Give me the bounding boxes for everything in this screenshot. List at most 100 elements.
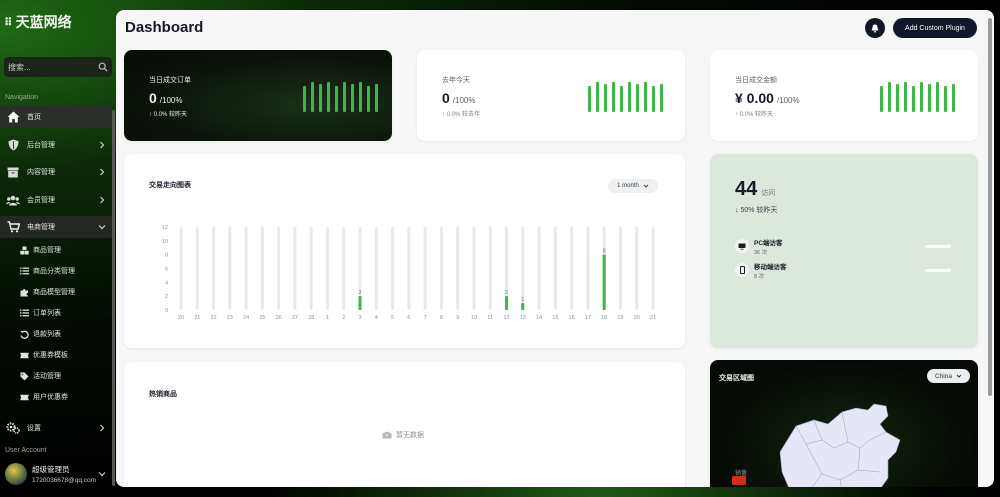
- y-tick-label: 10: [162, 239, 168, 245]
- stat-value-suffix: /100%: [776, 96, 800, 105]
- spark-bar: [620, 86, 623, 112]
- y-tick-label: 0: [165, 308, 168, 314]
- stat-value: 0/100%: [442, 90, 475, 106]
- ticket-icon: [20, 351, 29, 360]
- list-ordered-icon: [20, 309, 29, 318]
- chart-bar-track: [228, 227, 232, 310]
- sidebar-scrollbar[interactable]: [112, 110, 115, 486]
- spark-bar: [335, 86, 338, 112]
- sidebar-subitem-products[interactable]: 商品管理: [0, 240, 112, 260]
- x-tick-label: 23: [227, 315, 233, 321]
- spark-bar: [888, 82, 891, 112]
- sidebar-subitem-refunds[interactable]: 退款列表: [0, 324, 112, 344]
- sidebar-subitem-label: 退款列表: [33, 331, 61, 338]
- chart-bar-track: [325, 227, 329, 310]
- x-tick-label: 22: [210, 315, 216, 321]
- sidebar-item-ecommerce[interactable]: 电商管理: [0, 216, 112, 238]
- nav-section-label: Navigation: [5, 94, 39, 101]
- visits-row-count: 36 次: [754, 249, 768, 256]
- add-custom-plugin-button[interactable]: Add Custom Plugin: [893, 18, 977, 38]
- x-tick-label: 13: [520, 315, 526, 321]
- sparkline: [303, 80, 378, 112]
- chevron-right-icon: [100, 424, 105, 432]
- chart-bar-track: [374, 227, 378, 310]
- spark-bar: [912, 86, 915, 112]
- x-tick-label: 18: [601, 315, 607, 321]
- x-tick-label: 8: [440, 315, 443, 321]
- stat-value: 0/100%: [149, 90, 182, 106]
- visits-count-number: 44: [735, 178, 758, 200]
- spark-bar: [636, 84, 639, 112]
- x-tick-label: 20: [634, 315, 640, 321]
- stat-value-number: 0: [442, 90, 450, 106]
- region-map-card: 交易区域图 China 销量: [710, 360, 978, 487]
- visits-row-mobile: 移动端访客 8 次: [735, 260, 951, 280]
- cart-icon: [6, 220, 20, 234]
- sidebar-subitem-categories[interactable]: 商品分类管理: [0, 261, 112, 281]
- main-scrollbar[interactable]: [988, 18, 992, 396]
- chart-bar-track: [391, 227, 395, 310]
- x-tick-label: 1: [326, 315, 329, 321]
- notifications-button[interactable]: [865, 18, 885, 38]
- data-label: 2: [359, 290, 362, 296]
- x-tick-label: 26: [276, 315, 282, 321]
- chart-bar-track: [260, 227, 264, 310]
- sidebar-subitem-models[interactable]: 商品模型管理: [0, 282, 112, 302]
- visits-row-pc: PC端访客 36 次: [735, 236, 951, 256]
- sidebar-item-label: 会员管理: [27, 197, 55, 204]
- spark-bar: [936, 82, 939, 112]
- x-tick-label: 19: [617, 315, 623, 321]
- users-icon: [6, 193, 20, 207]
- sidebar-subitem-activities[interactable]: 活动管理: [0, 366, 112, 386]
- search-input[interactable]: [8, 62, 88, 72]
- spark-bar: [375, 84, 378, 112]
- list-icon: [20, 267, 29, 276]
- stat-delta: ↑ 0.0% 较昨天: [149, 112, 188, 118]
- sidebar-item-admin[interactable]: 后台管理: [0, 134, 112, 156]
- spark-bar: [351, 84, 354, 112]
- spark-bar: [904, 82, 907, 112]
- x-tick-label: 2: [342, 315, 345, 321]
- sidebar-item-label: 首页: [27, 114, 41, 121]
- sidebar-subitem-user-coupons[interactable]: 用户优惠券: [0, 387, 112, 407]
- sidebar-item-content[interactable]: 内容管理: [0, 161, 112, 183]
- spark-bar: [628, 82, 631, 112]
- x-tick-label: 24: [243, 315, 249, 321]
- x-tick-label: 21: [194, 315, 200, 321]
- chart-bar-track: [423, 227, 427, 310]
- sidebar-subitem-orders[interactable]: 订单列表: [0, 303, 112, 323]
- chevron-down-icon: [98, 225, 106, 230]
- avatar: [5, 463, 27, 485]
- sidebar-subitem-coupon-templates[interactable]: 优惠券模板: [0, 345, 112, 365]
- x-tick-label: 7: [424, 315, 427, 321]
- sidebar-item-home[interactable]: 首页: [0, 106, 112, 128]
- stat-value-number: ¥ 0.00: [735, 90, 774, 106]
- monitor-icon: [735, 239, 749, 253]
- x-tick-label: 5: [391, 315, 394, 321]
- cubes-icon: [20, 246, 29, 255]
- sidebar-item-settings[interactable]: 设置: [0, 417, 112, 439]
- sidebar-item-members[interactable]: 会员管理: [0, 189, 112, 211]
- visits-row-bar: [925, 268, 951, 272]
- chart-bar-track: [570, 227, 574, 310]
- app-logo[interactable]: ⠿ 天蓝网络: [4, 12, 72, 32]
- user-account[interactable]: 超级管理员 1720036678@qq.com: [5, 460, 113, 488]
- x-tick-label: 16: [569, 315, 575, 321]
- x-tick-label: 11: [487, 315, 493, 321]
- x-tick-label: 15: [552, 315, 558, 321]
- sidebar: ⠿ 天蓝网络 Navigation 首页 后台管理 内容管理 会员管理 电商管理…: [0, 0, 116, 497]
- spark-bar: [928, 84, 931, 112]
- china-map[interactable]: [710, 360, 978, 487]
- chart-bar: [358, 296, 362, 310]
- spark-bar: [343, 82, 346, 112]
- legend-swatch: [732, 476, 746, 485]
- x-tick-label: 10: [471, 315, 477, 321]
- data-label: 2: [505, 290, 508, 296]
- chart-bar: [521, 303, 525, 310]
- search-icon[interactable]: [98, 62, 108, 72]
- y-tick-label: 12: [162, 225, 168, 231]
- sidebar-subitem-label: 商品分类管理: [33, 268, 75, 275]
- sidebar-subitem-label: 活动管理: [33, 373, 61, 380]
- spark-bar: [303, 86, 306, 112]
- chevron-right-icon: [100, 141, 105, 149]
